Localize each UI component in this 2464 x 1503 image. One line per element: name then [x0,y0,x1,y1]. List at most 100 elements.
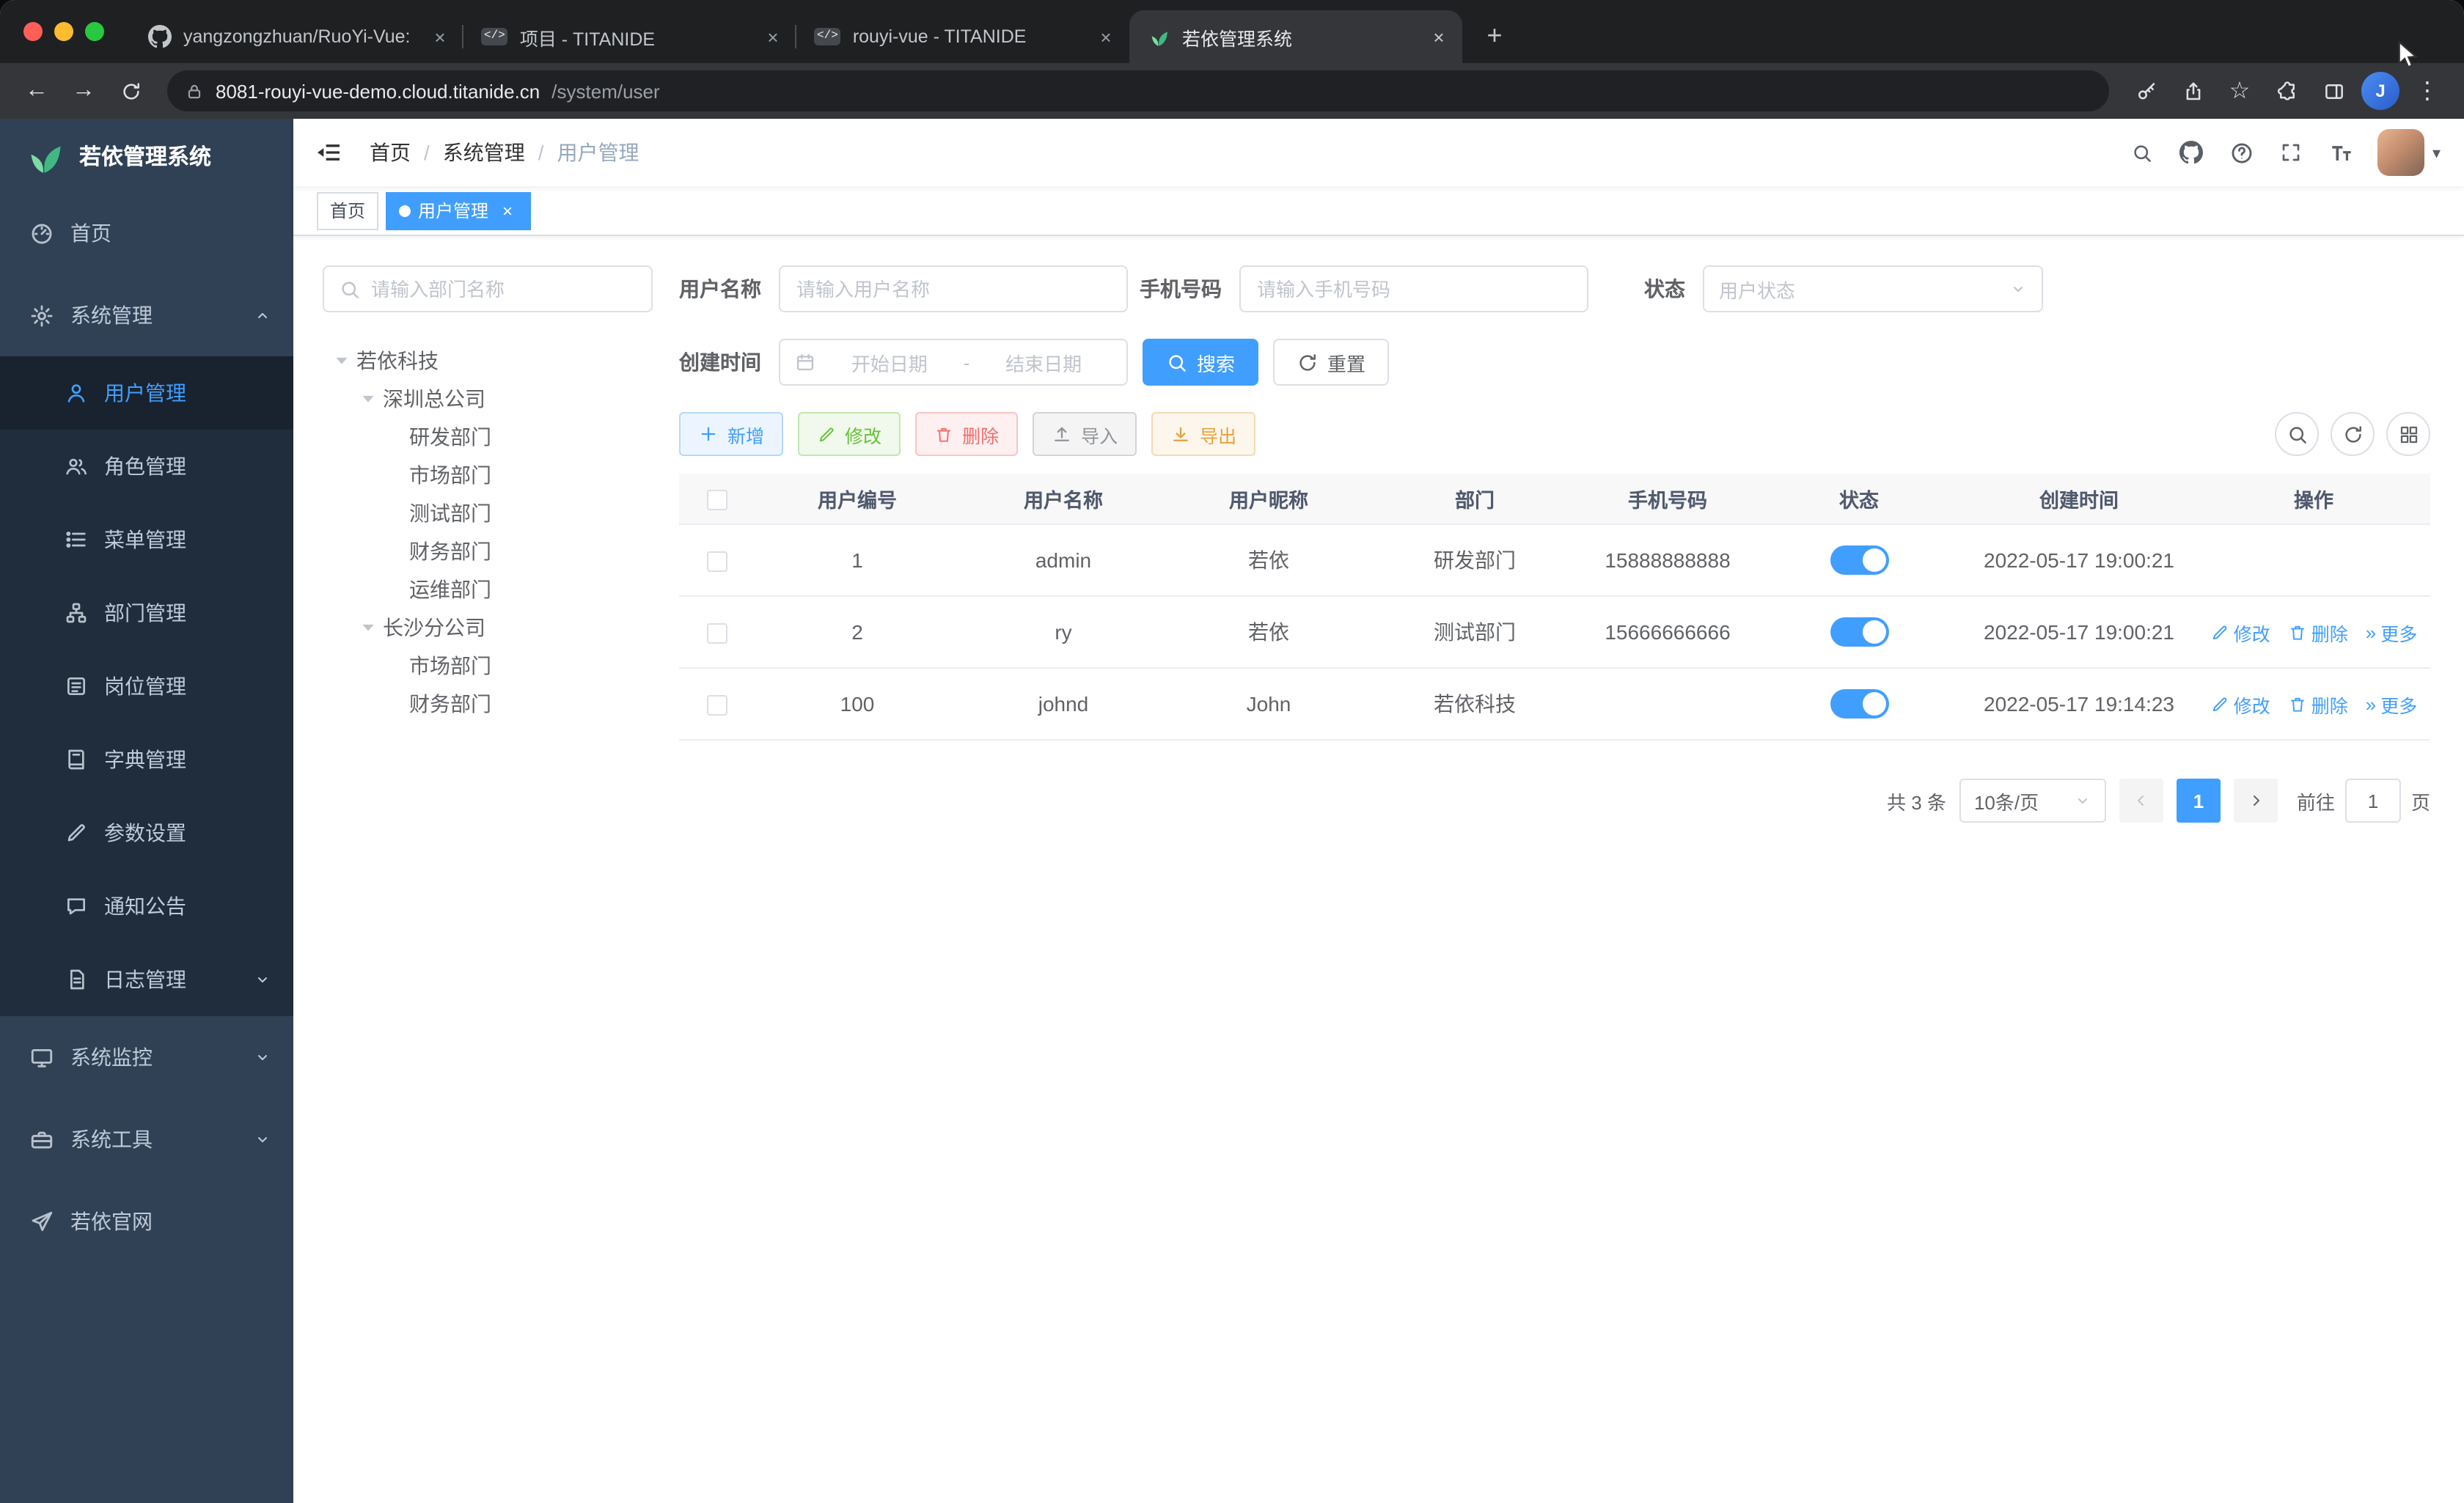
browser-menu-kebab-icon[interactable]: ⋮ [2405,69,2449,113]
username-input[interactable] [779,265,1128,312]
status-toggle[interactable] [1830,689,1888,719]
app-logo[interactable]: 若依管理系统 [0,119,293,192]
view-tag[interactable]: 用户管理 × [386,191,532,229]
zoom-window-button[interactable] [85,22,104,41]
password-key-icon[interactable] [2124,69,2168,113]
tag-close-icon[interactable]: × [497,200,518,221]
browser-profile-avatar[interactable]: J [2361,72,2399,110]
tab-title: rouyi-vue - TITANIDE [852,26,1027,47]
side-panel-icon[interactable] [2311,69,2355,113]
tree-node-label: 财务部门 [409,540,491,563]
dept-search-input[interactable] [371,278,637,300]
columns-toggle-button[interactable] [2386,412,2430,456]
fullscreen-icon[interactable] [2267,119,2317,186]
tree-node[interactable]: 若依科技 [323,342,653,380]
browser-tab-2[interactable]: </> 项目 - TITANIDE × [462,10,796,63]
row-more-link[interactable]: » 更多 [2366,690,2418,718]
row-checkbox[interactable] [706,551,727,573]
sidebar-item[interactable]: 若依官网 [0,1180,293,1263]
tree-node[interactable]: 研发部门 [323,418,653,456]
sidebar-item[interactable]: 首页 [0,192,293,274]
docs-question-icon[interactable] [2217,119,2267,186]
sidebar-item[interactable]: 菜单管理 [0,503,293,576]
modify-button[interactable]: 修改 [798,412,901,456]
next-page-button[interactable] [2233,779,2278,823]
user-avatar[interactable] [2377,129,2425,176]
browser-tab-1[interactable]: yangzongzhuan/RuoYi-Vue: (R × [131,10,463,63]
back-button[interactable]: ← [15,69,59,113]
address-bar[interactable]: 8081-rouyi-vue-demo.cloud.titanide.cn/sy… [167,70,2109,111]
share-icon[interactable] [2171,69,2215,113]
tab-close-icon[interactable]: × [1427,25,1451,48]
sidebar-item[interactable]: 通知公告 [0,870,293,943]
sidebar-fold-icon[interactable] [293,119,364,186]
tab-close-icon[interactable]: × [428,25,452,48]
refresh-table-button[interactable] [2331,412,2375,456]
tree-node[interactable]: 财务部门 [323,532,653,570]
status-select[interactable]: 用户状态 [1703,265,2043,312]
minimize-window-button[interactable] [54,22,73,41]
tree-node[interactable]: 财务部门 [323,685,653,723]
breadcrumb-home[interactable]: 首页 [370,138,411,167]
extensions-icon[interactable] [2265,69,2309,113]
tab-close-icon[interactable]: × [761,25,785,48]
sidebar-item[interactable]: 角色管理 [0,430,293,503]
row-delete-link[interactable]: 删除 [2288,690,2348,718]
sidebar-item[interactable]: 岗位管理 [0,650,293,723]
prev-page-button[interactable] [2119,779,2163,823]
date-range-picker[interactable]: 开始日期 - 结束日期 [779,339,1128,386]
reset-button[interactable]: 重置 [1273,339,1390,386]
browser-tab-4[interactable]: 若依管理系统 × [1129,10,1462,63]
tab-close-icon[interactable]: × [1094,25,1118,48]
sidebar-item[interactable]: 部门管理 [0,576,293,650]
header-search-icon[interactable] [2117,119,2167,186]
sidebar-item[interactable]: 用户管理 [0,356,293,430]
status-toggle[interactable] [1830,617,1888,647]
export-button[interactable]: 导出 [1151,412,1256,456]
add-button[interactable]: 新增 [679,412,784,456]
tree-node[interactable]: 市场部门 [323,456,653,494]
chevUp-icon [254,306,271,324]
current-page-button[interactable]: 1 [2176,779,2221,823]
row-edit-link[interactable]: 修改 [2210,618,2270,646]
sidebar-item[interactable]: 系统管理 [0,274,293,356]
trash-icon [2288,694,2307,713]
reload-button[interactable] [109,69,153,113]
row-checkbox[interactable] [706,695,727,716]
forward-button[interactable]: → [62,69,106,113]
goto-page-input[interactable] [2344,779,2401,823]
bookmark-star-icon[interactable]: ☆ [2218,69,2262,113]
close-window-button[interactable] [23,22,43,41]
row-edit-link[interactable]: 修改 [2210,690,2270,718]
search-button[interactable]: 搜索 [1143,339,1259,386]
delete-button[interactable]: 删除 [915,412,1019,456]
goto-page: 前往 页 [2297,779,2430,823]
sidebar-item[interactable]: 日志管理 [0,943,293,1016]
phone-input[interactable] [1239,265,1588,312]
status-toggle[interactable] [1830,545,1888,575]
tree-node[interactable]: 长沙分公司 [323,609,653,647]
sidebar-item-label: 菜单管理 [104,528,186,551]
row-checkbox[interactable] [706,623,727,644]
tree-node[interactable]: 市场部门 [323,647,653,685]
page-size-select[interactable]: 10条/页 [1959,779,2106,823]
row-delete-link[interactable]: 删除 [2288,618,2348,646]
view-tag[interactable]: 首页 [317,191,379,229]
font-size-icon[interactable] [2317,119,2366,186]
row-more-link[interactable]: » 更多 [2366,618,2418,646]
avatar-caret-icon[interactable]: ▾ [2432,143,2441,162]
breadcrumb-system[interactable]: 系统管理 [443,138,525,167]
tree-node[interactable]: 运维部门 [323,570,653,609]
import-button[interactable]: 导入 [1033,412,1137,456]
toggle-search-button[interactable] [2275,412,2319,456]
sidebar-item[interactable]: 参数设置 [0,796,293,870]
tree-node[interactable]: 深圳总公司 [323,380,653,418]
github-icon[interactable] [2167,119,2217,186]
sidebar-item[interactable]: 字典管理 [0,723,293,796]
new-tab-button[interactable]: + [1474,15,1515,56]
tree-node[interactable]: 测试部门 [323,494,653,532]
select-all-checkbox[interactable] [706,489,727,510]
sidebar-item[interactable]: 系统工具 [0,1098,293,1180]
browser-tab-3[interactable]: </> rouyi-vue - TITANIDE × [795,10,1129,63]
sidebar-item[interactable]: 系统监控 [0,1016,293,1098]
